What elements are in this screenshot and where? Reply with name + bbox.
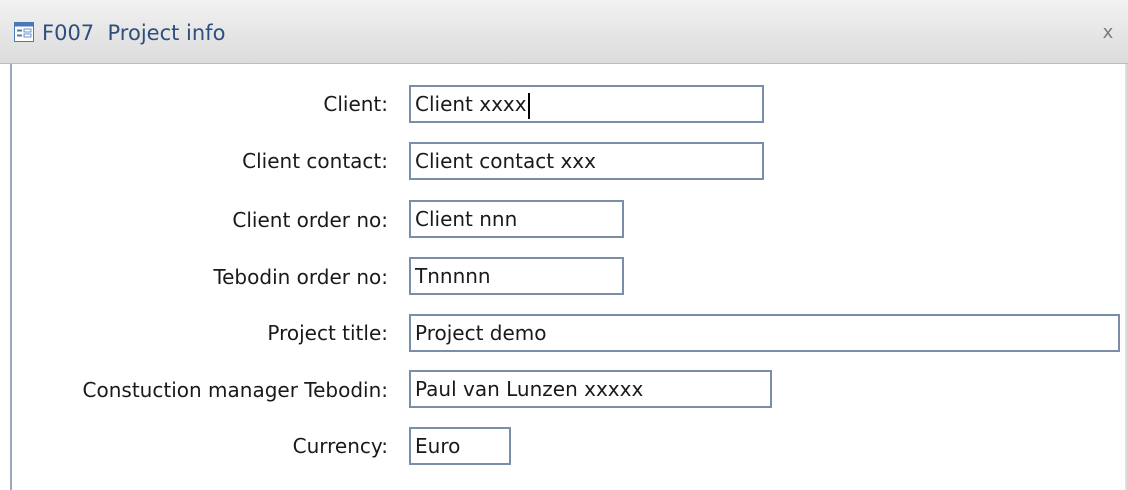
- text-caret: [527, 92, 530, 119]
- close-button[interactable]: x: [1098, 21, 1118, 45]
- currency-field[interactable]: Euro: [409, 427, 511, 465]
- client-field[interactable]: Client xxxx: [409, 85, 764, 123]
- client-label: Client:: [323, 92, 388, 116]
- tebodin-order-no-field[interactable]: Tnnnnn: [409, 257, 624, 295]
- form-left-border: [10, 64, 12, 490]
- construction-manager-field[interactable]: Paul van Lunzen xxxxx: [409, 370, 772, 408]
- title-bar: F007 Project info x: [0, 0, 1128, 64]
- construction-manager-label: Constuction manager Tebodin:: [82, 378, 388, 402]
- construction-manager-field-value: Paul van Lunzen xxxxx: [415, 377, 644, 401]
- form-icon: [14, 22, 34, 42]
- project-title-field[interactable]: Project demo: [409, 314, 1120, 352]
- project-info-form-window: F007 Project info x Client: Client xxxx …: [0, 0, 1128, 490]
- project-title-label: Project title:: [267, 321, 388, 345]
- window-title: F007 Project info: [42, 21, 226, 45]
- currency-label: Currency:: [292, 434, 388, 458]
- client-order-no-field[interactable]: Client nnn: [409, 200, 624, 238]
- client-contact-label: Client contact:: [242, 149, 388, 173]
- client-field-value: Client xxxx: [415, 92, 527, 116]
- client-order-no-label: Client order no:: [232, 208, 388, 232]
- client-order-no-field-value: Client nnn: [415, 207, 518, 231]
- tebodin-order-no-label: Tebodin order no:: [213, 265, 388, 289]
- currency-field-value: Euro: [415, 434, 461, 458]
- project-title-field-value: Project demo: [415, 321, 547, 345]
- client-contact-field-value: Client contact xxx: [415, 149, 596, 173]
- client-contact-field[interactable]: Client contact xxx: [409, 142, 764, 180]
- tebodin-order-no-field-value: Tnnnnn: [415, 264, 491, 288]
